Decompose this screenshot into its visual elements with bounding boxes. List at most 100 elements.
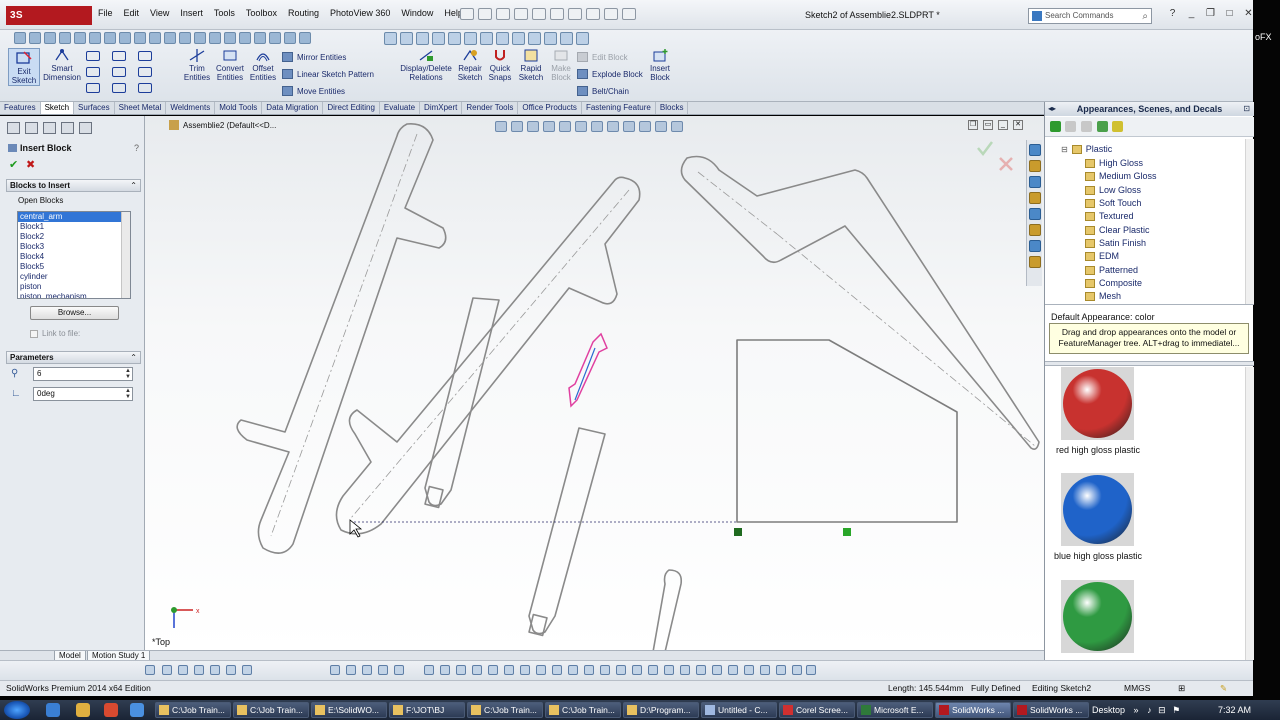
- repair-sketch-button[interactable]: Repair Sketch: [455, 48, 485, 82]
- section-view-icon[interactable]: [543, 121, 555, 132]
- display-delete-relations-button[interactable]: Display/Delete Relations: [398, 48, 454, 82]
- menu-view[interactable]: View: [150, 8, 169, 18]
- tree-item[interactable]: Satin Finish: [1085, 238, 1146, 248]
- view-four-icon[interactable]: [560, 32, 573, 45]
- scene-icon[interactable]: [164, 32, 176, 44]
- taskbar-item[interactable]: C:\Job Train...: [467, 702, 543, 718]
- tree-scrollbar[interactable]: [1245, 139, 1254, 304]
- filter-vertices-icon[interactable]: [194, 665, 204, 675]
- view-left-icon[interactable]: [432, 32, 445, 45]
- appearance-icon[interactable]: [149, 32, 161, 44]
- tab-weldments[interactable]: Weldments: [166, 102, 216, 114]
- list-item[interactable]: Block5: [18, 262, 130, 272]
- relation-concentric-icon[interactable]: [520, 665, 530, 675]
- maximize-icon[interactable]: □: [1223, 7, 1236, 20]
- relation-equal-icon[interactable]: [552, 665, 562, 675]
- taskbar-item[interactable]: D:\Program...: [623, 702, 699, 718]
- camera-icon[interactable]: [254, 32, 266, 44]
- filter-sketch-icon[interactable]: [210, 665, 220, 675]
- relation-midpoint-icon[interactable]: [568, 665, 578, 675]
- list-item[interactable]: cylinder: [18, 272, 130, 282]
- filter-edges-icon[interactable]: [162, 665, 172, 675]
- tab-sheet-metal[interactable]: Sheet Metal: [115, 102, 167, 114]
- taskbar-item[interactable]: Untitled - C...: [701, 702, 777, 718]
- search-icon[interactable]: ⌕: [1142, 10, 1148, 24]
- shadows-icon[interactable]: [194, 32, 206, 44]
- options-icon[interactable]: [622, 8, 636, 20]
- search-results-icon[interactable]: [1029, 256, 1041, 268]
- zoom-to-fit-icon[interactable]: [495, 121, 507, 132]
- restore-icon[interactable]: ❐: [1204, 7, 1217, 20]
- previous-view-icon[interactable]: [527, 121, 539, 132]
- light-icon[interactable]: [269, 32, 281, 44]
- list-item[interactable]: Block4: [18, 252, 130, 262]
- print-icon[interactable]: [514, 8, 528, 20]
- move-entities-button[interactable]: Move Entities: [282, 86, 345, 96]
- volume-icon[interactable]: ♪: [1147, 705, 1152, 715]
- move-component-icon[interactable]: [384, 32, 397, 45]
- rotate-icon[interactable]: [59, 32, 71, 44]
- grid-icon[interactable]: [299, 32, 311, 44]
- relation-smooth-icon[interactable]: [792, 665, 802, 675]
- tree-item[interactable]: Low Gloss: [1085, 185, 1141, 195]
- trim-entities-button[interactable]: Trim Entities: [182, 48, 212, 82]
- linear-sketch-pattern-button[interactable]: Linear Sketch Pattern: [282, 69, 374, 79]
- quick-tips-icon[interactable]: ✎: [1220, 681, 1227, 696]
- search-commands-input[interactable]: Search Commands ⌕: [1028, 8, 1152, 24]
- relation-symmetric-icon[interactable]: [584, 665, 594, 675]
- viewport-minimize-icon[interactable]: _: [998, 120, 1008, 130]
- angle-input[interactable]: 0deg ▲ ▼: [33, 387, 133, 401]
- view-two-icon[interactable]: [544, 32, 557, 45]
- units-selector[interactable]: MMGS: [1124, 681, 1150, 696]
- shadows-icon[interactable]: [671, 121, 683, 132]
- viewport-tile-icon[interactable]: ▭: [983, 120, 993, 130]
- relation-merge-icon[interactable]: [632, 665, 642, 675]
- desktop-toolbar[interactable]: Desktop: [1092, 705, 1125, 715]
- tree-root-plastic[interactable]: ⊟ Plastic: [1061, 144, 1112, 154]
- section-view-icon[interactable]: [104, 32, 116, 44]
- filter-points-icon[interactable]: [226, 665, 236, 675]
- relation-pattern-icon[interactable]: [776, 665, 786, 675]
- undo-icon[interactable]: [532, 8, 546, 20]
- tree-item[interactable]: EDM: [1085, 251, 1119, 261]
- tab-sketch[interactable]: Sketch: [40, 102, 75, 114]
- menu-file[interactable]: File: [98, 8, 113, 18]
- list-item[interactable]: Block1: [18, 222, 130, 232]
- network-icon[interactable]: ⊟: [1158, 705, 1166, 715]
- collapse-icon[interactable]: ⊟: [1061, 145, 1068, 154]
- quick-snaps-button[interactable]: Quick Snaps: [487, 48, 513, 82]
- breadcrumb[interactable]: Assemblie2 (Default<<D...: [169, 120, 276, 130]
- display-style-icon[interactable]: [575, 121, 587, 132]
- menu-insert[interactable]: Insert: [180, 8, 203, 18]
- forward-icon[interactable]: [1065, 121, 1076, 132]
- select-midpoint-icon[interactable]: [378, 665, 388, 675]
- appearance-swatch-blue[interactable]: [1061, 473, 1134, 546]
- view-orientation-icon[interactable]: [559, 121, 571, 132]
- circle-icon[interactable]: [112, 51, 126, 61]
- ie-icon[interactable]: [46, 703, 60, 717]
- refresh-icon[interactable]: [1097, 121, 1108, 132]
- make-block-button[interactable]: Make Block: [549, 48, 573, 82]
- menu-window[interactable]: Window: [401, 8, 433, 18]
- taskbar-item[interactable]: C:\Job Train...: [233, 702, 309, 718]
- relation-delete-icon[interactable]: [806, 665, 816, 675]
- relation-intersection-icon[interactable]: [648, 665, 658, 675]
- up-icon[interactable]: [1081, 121, 1092, 132]
- select-icon[interactable]: [568, 8, 582, 20]
- new-icon[interactable]: [460, 8, 474, 20]
- taskbar-item[interactable]: C:\Job Train...: [545, 702, 621, 718]
- collapse-icon[interactable]: ⌃: [130, 180, 137, 191]
- relation-fix-icon[interactable]: [600, 665, 610, 675]
- arc-icon[interactable]: [112, 67, 126, 77]
- view-bottom-icon[interactable]: [480, 32, 493, 45]
- hide-show-icon[interactable]: [134, 32, 146, 44]
- relation-perpendicular-icon[interactable]: [472, 665, 482, 675]
- custom-properties-icon[interactable]: [1029, 224, 1041, 236]
- taskbar-item[interactable]: F:\JOT\BJ: [389, 702, 465, 718]
- tab-evaluate[interactable]: Evaluate: [380, 102, 421, 114]
- view-right-icon[interactable]: [448, 32, 461, 45]
- relation-along-y-icon[interactable]: [712, 665, 722, 675]
- view-top-icon[interactable]: [464, 32, 477, 45]
- perspective-icon[interactable]: [209, 32, 221, 44]
- browser-icon[interactable]: [130, 703, 144, 717]
